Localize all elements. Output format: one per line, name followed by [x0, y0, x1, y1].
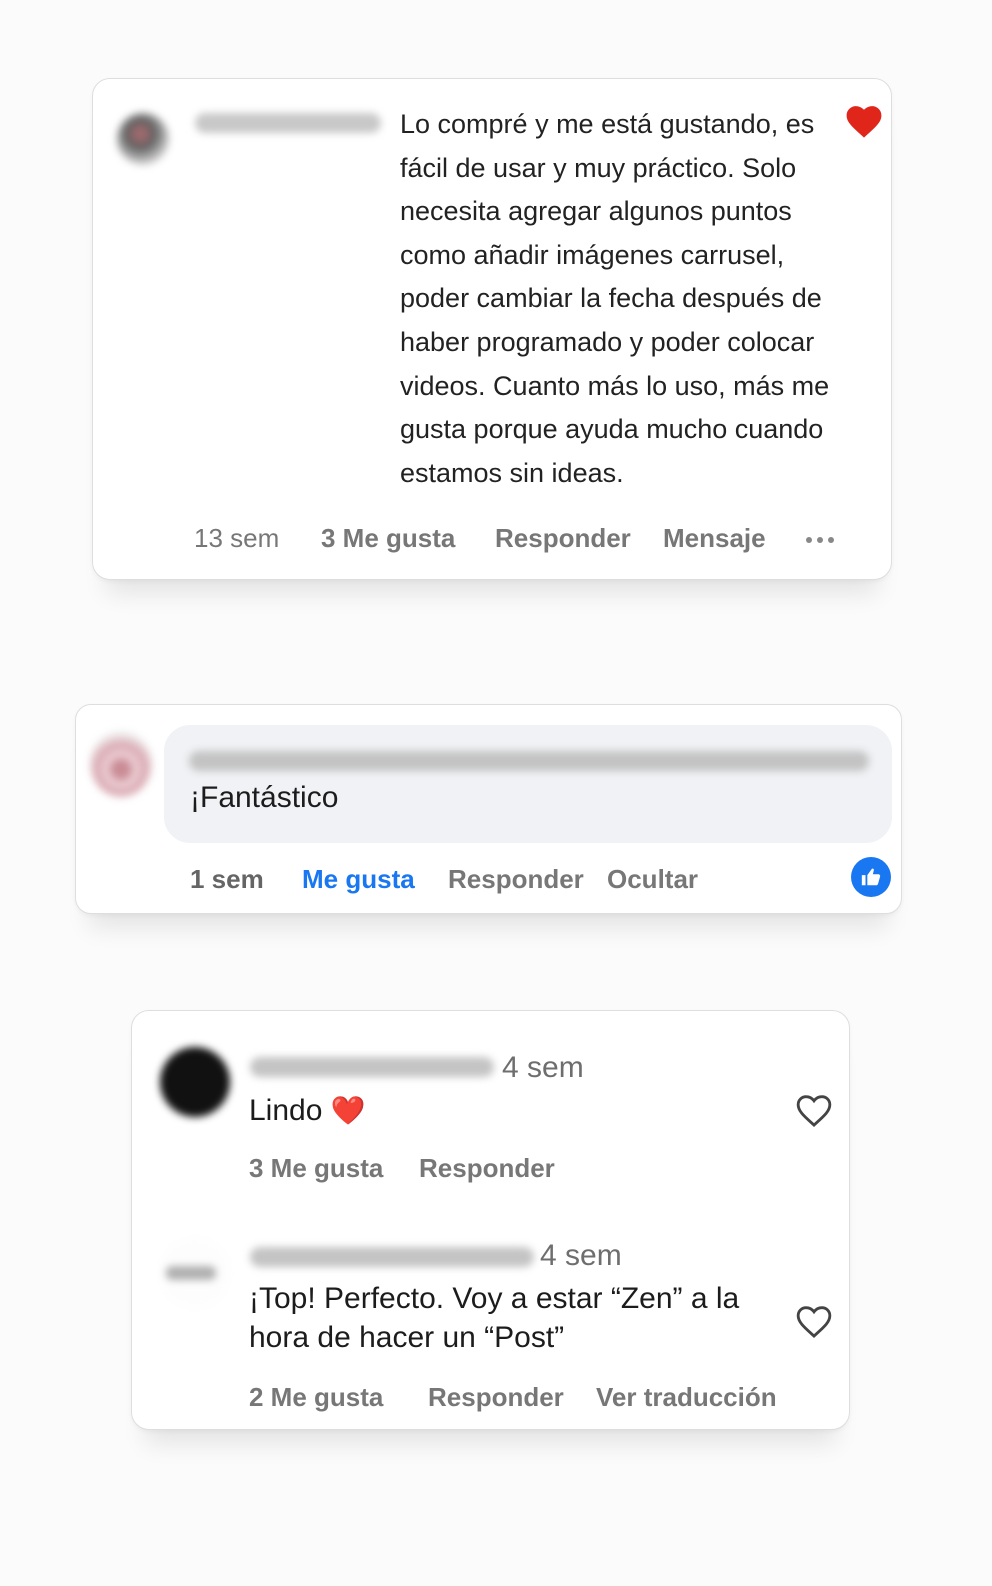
avatar[interactable] — [160, 1047, 230, 1117]
likes-count[interactable]: 3 Me gusta — [321, 523, 455, 554]
heart-outline-icon[interactable] — [795, 1303, 833, 1339]
username-redacted[interactable] — [195, 113, 381, 133]
avatar[interactable] — [160, 1238, 230, 1308]
comment-text: Lindo ❤️ — [249, 1091, 366, 1130]
heart-emoji: ❤️ — [330, 1095, 366, 1126]
timestamp: 1 sem — [190, 864, 264, 894]
comment-text: ¡Fantástico — [190, 781, 339, 814]
comment-card-3: 4 sem Lindo ❤️ 3 Me gusta Responder 4 se… — [131, 1010, 850, 1430]
comment-text-content: Lindo — [249, 1094, 323, 1127]
likes-count[interactable]: 3 Me gusta — [249, 1153, 383, 1184]
translate-button[interactable]: Ver traducción — [596, 1382, 777, 1413]
like-button[interactable]: Me gusta — [302, 864, 415, 895]
reply-button[interactable]: Responder — [495, 523, 631, 554]
timestamp: 4 sem — [540, 1239, 622, 1272]
reply-button[interactable]: Responder — [419, 1153, 555, 1184]
message-button[interactable]: Mensaje — [663, 523, 766, 554]
username-redacted[interactable] — [189, 751, 869, 771]
avatar[interactable] — [117, 113, 169, 165]
more-horizontal-icon[interactable] — [804, 535, 836, 545]
avatar[interactable] — [90, 731, 152, 797]
comment-card-2: ¡Fantástico 1 sem Me gusta Responder Ocu… — [75, 704, 902, 914]
heart-filled-icon[interactable] — [845, 103, 883, 139]
reply-button[interactable]: Responder — [428, 1382, 564, 1413]
likes-count[interactable]: 2 Me gusta — [249, 1382, 383, 1413]
timestamp: 13 sem — [194, 523, 280, 553]
heart-outline-icon[interactable] — [795, 1092, 833, 1128]
comment-card-1: Lo compré y me está gustando, es fácil d… — [92, 78, 892, 580]
username-redacted[interactable] — [250, 1247, 534, 1267]
reply-button[interactable]: Responder — [448, 864, 584, 895]
hide-button[interactable]: Ocultar — [607, 864, 698, 895]
comment-text: ¡Top! Perfecto. Voy a estar “Zen” a la h… — [249, 1282, 740, 1354]
comment-text: Lo compré y me está gustando, es fácil d… — [400, 109, 830, 488]
username-redacted[interactable] — [250, 1057, 494, 1077]
timestamp: 4 sem — [502, 1051, 584, 1084]
thumbs-up-icon — [851, 857, 891, 897]
